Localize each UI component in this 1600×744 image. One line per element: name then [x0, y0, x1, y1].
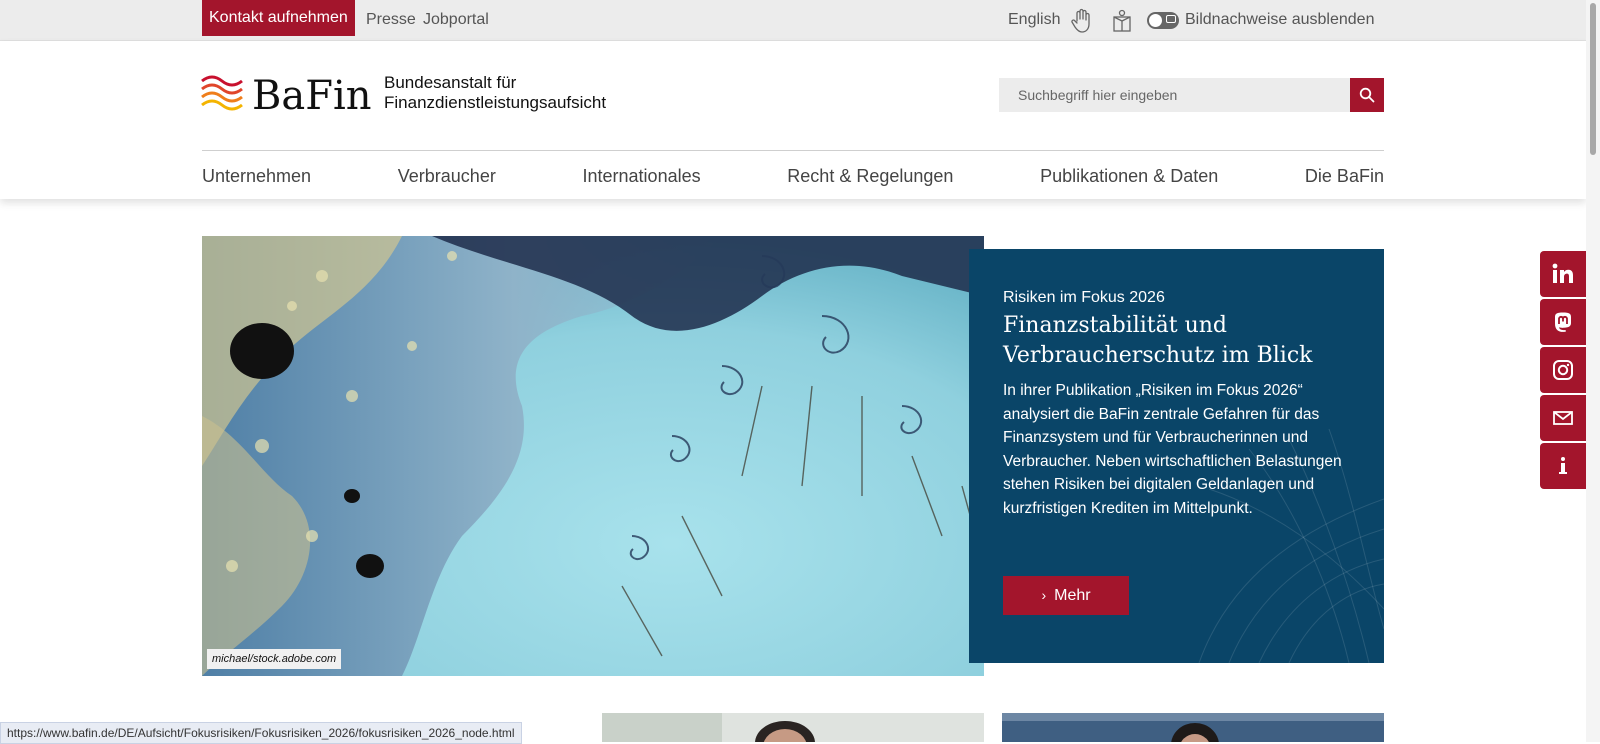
fractal-image — [202, 236, 984, 676]
more-button-label: Mehr — [1054, 587, 1091, 604]
logo-subtitle-line2: Finanzdienstleistungsaufsicht — [384, 93, 607, 112]
more-button[interactable]: › Mehr — [1003, 576, 1129, 615]
image-credit: michael/stock.adobe.com — [207, 649, 342, 669]
press-link[interactable]: Presse — [366, 0, 416, 40]
linkedin-icon — [1552, 263, 1573, 283]
nav-item-unternehmen[interactable]: Unternehmen — [202, 157, 311, 195]
nav-item-die-bafin[interactable]: Die BaFin — [1305, 157, 1384, 195]
site-header: BaFin Bundesanstalt für Finanzdienstleis… — [0, 41, 1586, 199]
portrait-photo-1 — [602, 713, 984, 742]
toggle-knob — [1149, 14, 1162, 27]
hero-image[interactable] — [202, 236, 984, 676]
mail-button[interactable] — [1540, 395, 1586, 441]
browser-status-url: https://www.bafin.de/DE/Aufsicht/Fokusri… — [0, 722, 522, 744]
image-icon — [1166, 15, 1176, 23]
news-card-image-2[interactable] — [1002, 713, 1384, 742]
hero-teaser-box: Risiken im Fokus 2026 Finanzstabilität u… — [969, 249, 1384, 663]
nav-item-recht-regelungen[interactable]: Recht & Regelungen — [787, 157, 953, 195]
teaser-text: In ihrer Publikation „Risiken im Fokus 2… — [1003, 382, 1342, 517]
image-credits-toggle-label[interactable]: Bildnachweise ausblenden — [1185, 0, 1374, 40]
easy-language-icon[interactable] — [1111, 9, 1133, 33]
news-card-image-1[interactable] — [602, 713, 984, 742]
image-credits-toggle[interactable] — [1147, 12, 1179, 29]
search-icon — [1359, 87, 1375, 103]
mastodon-button[interactable] — [1540, 299, 1586, 345]
hand-icon[interactable] — [1071, 8, 1093, 34]
nav-item-internationales[interactable]: Internationales — [583, 157, 701, 195]
contact-button[interactable]: Kontakt aufnehmen — [202, 0, 355, 36]
teaser-title[interactable]: Finanzstabilität und Verbraucher­schutz … — [1003, 311, 1363, 371]
search-input[interactable] — [999, 78, 1350, 112]
chevron-right-icon: › — [1041, 587, 1047, 603]
page-scrollbar[interactable] — [1586, 0, 1600, 742]
main-navigation: Unternehmen Verbraucher Internationales … — [202, 157, 1384, 195]
portrait-photo-2 — [1002, 713, 1384, 742]
scrollbar-thumb[interactable] — [1590, 3, 1596, 155]
instagram-button[interactable] — [1540, 347, 1586, 393]
nav-divider — [202, 150, 1384, 151]
info-icon — [1559, 457, 1567, 474]
logo-subtitle-line1: Bundesanstalt für — [384, 73, 517, 92]
linkedin-button[interactable] — [1540, 251, 1586, 297]
info-button[interactable] — [1540, 443, 1586, 489]
teaser-kicker: Risiken im Fokus 2026 — [1003, 289, 1165, 306]
logo-wordmark[interactable]: BaFin — [252, 71, 372, 121]
search-button[interactable] — [1350, 78, 1384, 112]
mail-icon — [1553, 411, 1573, 425]
english-language-link[interactable]: English — [1008, 0, 1060, 40]
instagram-icon — [1553, 360, 1573, 380]
nav-item-verbraucher[interactable]: Verbraucher — [398, 157, 496, 195]
top-utility-bar: Kontakt aufnehmen Presse Jobportal Engli… — [0, 0, 1586, 41]
jobportal-link[interactable]: Jobportal — [423, 0, 489, 40]
mastodon-icon — [1555, 312, 1571, 332]
logo-subtitle: Bundesanstalt für Finanzdienstleistungsa… — [384, 73, 606, 113]
bafin-logo-waves-icon[interactable] — [200, 73, 244, 113]
nav-item-publikationen-daten[interactable]: Publikationen & Daten — [1040, 157, 1218, 195]
